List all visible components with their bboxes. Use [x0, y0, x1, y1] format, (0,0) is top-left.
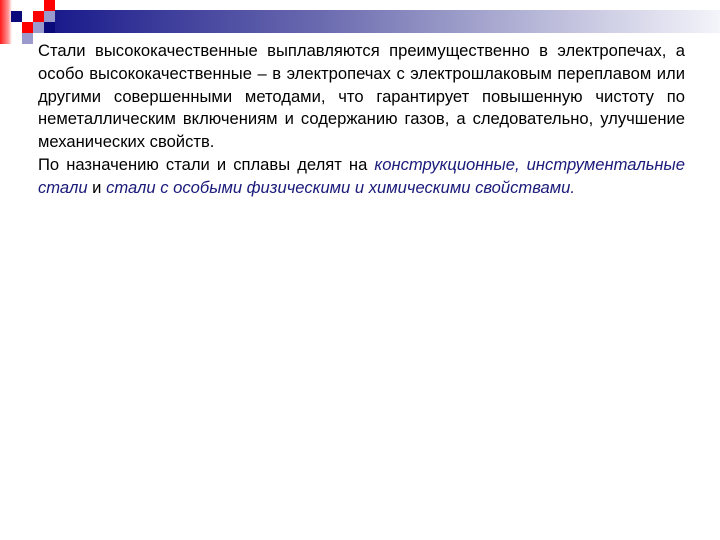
decor-square-navy [44, 22, 55, 33]
red-gradient-strip [0, 0, 12, 44]
decor-square-lavender [33, 22, 44, 33]
decor-square-red [22, 22, 33, 33]
paragraph-end: . [570, 177, 575, 197]
decor-square-red [33, 11, 44, 22]
classification-intro: По назначению стали и сплавы делят на [38, 154, 375, 174]
decor-square-navy [11, 11, 22, 22]
decor-square-lavender [22, 33, 33, 44]
paragraph-steel-classification: По назначению стали и сплавы делят на ко… [38, 154, 685, 200]
decor-square-lavender [44, 11, 55, 22]
term-special-property-steels: стали с особыми физическими и химическим… [106, 177, 571, 197]
decor-square-red [44, 0, 55, 11]
paragraph-steel-smelting: Стали высококачественные выплавляются пр… [38, 41, 685, 152]
title-banner [55, 10, 720, 33]
connector-text: и [87, 177, 107, 197]
slide-body: Стали высококачественные выплавляются пр… [38, 40, 685, 200]
